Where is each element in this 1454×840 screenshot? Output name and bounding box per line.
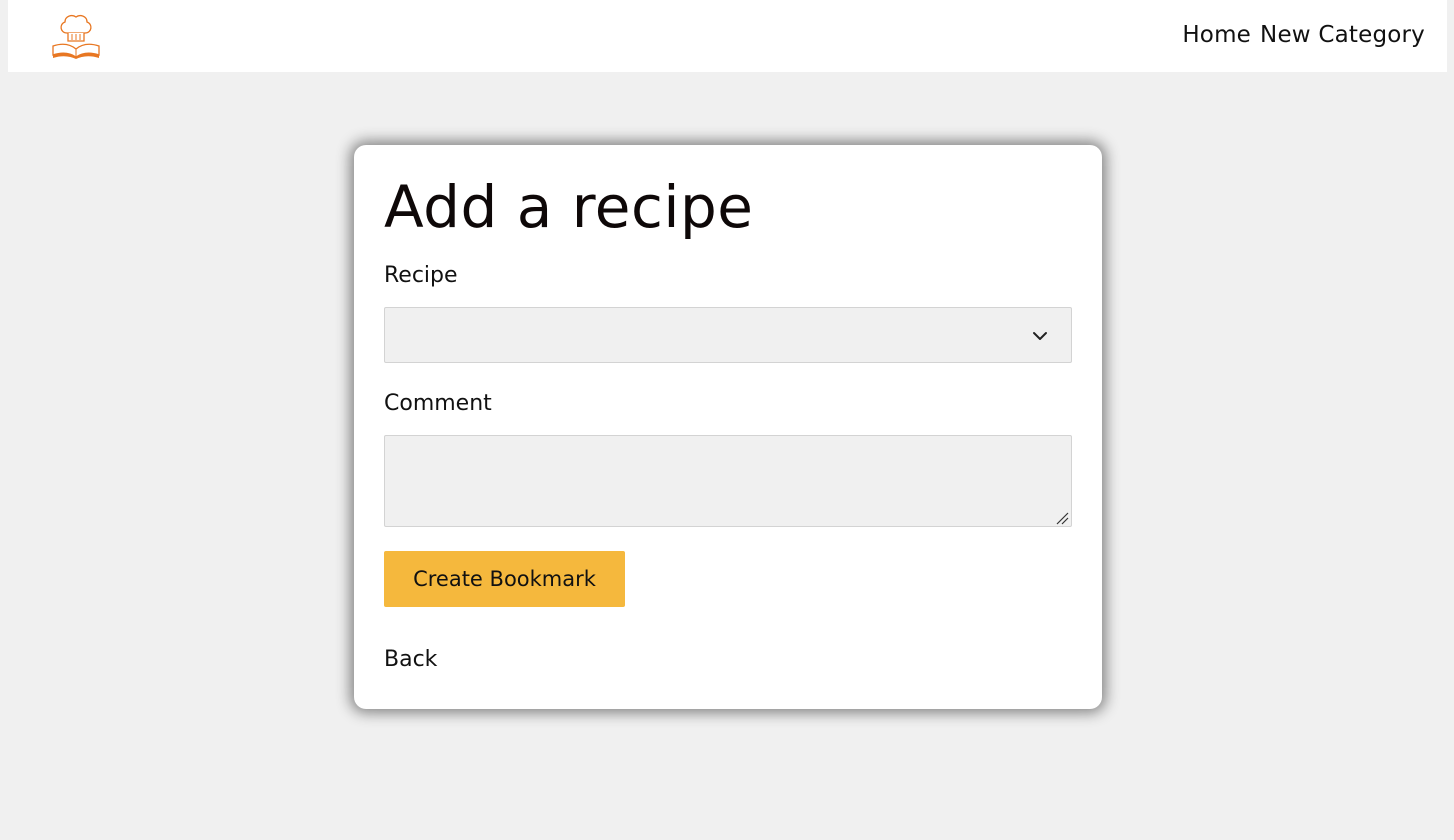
create-bookmark-button[interactable]: Create Bookmark [384,551,625,607]
back-link[interactable]: Back [384,647,437,672]
comment-textarea[interactable] [384,435,1072,527]
resize-handle-icon[interactable] [1055,510,1069,525]
nav-links: Home New Category [1182,22,1425,48]
recipe-select[interactable] [384,307,1072,363]
recipe-label: Recipe [384,263,458,288]
comment-label: Comment [384,391,492,416]
add-recipe-card: Add a recipe Recipe Comment Create Bookm… [354,145,1102,709]
chef-hat-book-icon[interactable] [50,11,102,61]
nav-link-new-category[interactable]: New Category [1260,22,1425,48]
nav-link-home[interactable]: Home [1182,22,1251,48]
chevron-down-icon [1031,327,1049,345]
navbar: Home New Category [8,0,1447,72]
page-title: Add a recipe [384,173,754,241]
